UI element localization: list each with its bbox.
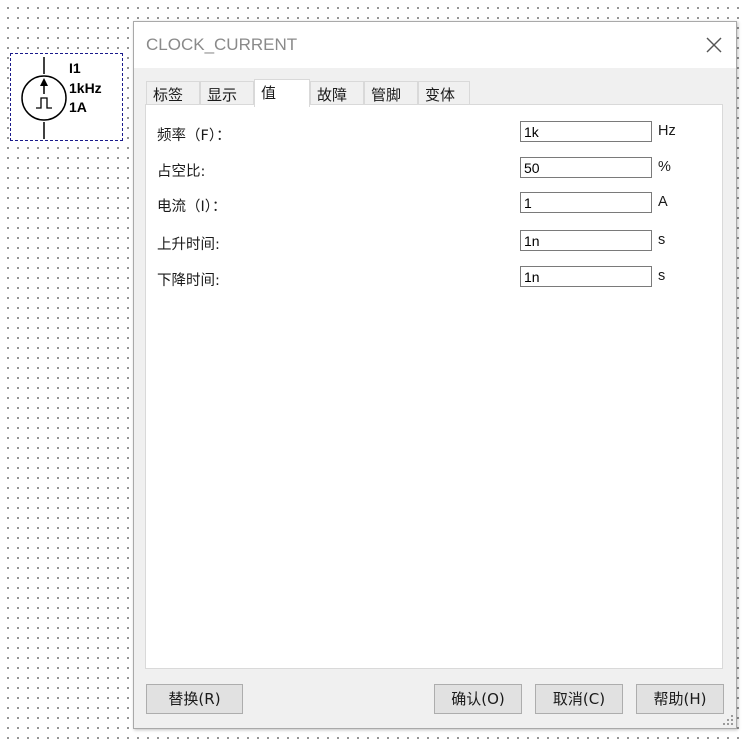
close-icon <box>706 37 722 53</box>
ok-button[interactable]: 确认(O) <box>434 684 522 714</box>
tab-variant[interactable]: 变体 <box>418 81 470 105</box>
clock-current-component[interactable]: I1 1kHz 1A <box>10 53 123 141</box>
clock-current-source-icon <box>21 57 67 139</box>
rise-time-unit: s <box>658 232 666 248</box>
tab-pins[interactable]: 管脚 <box>364 81 418 105</box>
tab-display[interactable]: 显示 <box>200 81 254 105</box>
fall-time-label: 下降时间: <box>157 273 220 289</box>
duty-cycle-input[interactable]: 50 <box>520 157 652 178</box>
tab-fault[interactable]: 故障 <box>310 81 364 105</box>
component-current-label: 1A <box>69 99 87 115</box>
current-unit: A <box>658 194 668 210</box>
resize-grip-icon[interactable] <box>722 714 734 726</box>
frequency-input[interactable]: 1k <box>520 121 652 142</box>
dialog-titlebar[interactable]: CLOCK_CURRENT <box>134 22 736 68</box>
component-frequency-label: 1kHz <box>69 80 102 96</box>
tab-value[interactable]: 值 <box>254 79 310 107</box>
close-button[interactable] <box>698 30 730 60</box>
duty-cycle-unit: % <box>658 159 671 175</box>
component-ref-label: I1 <box>69 60 81 76</box>
current-input[interactable]: 1 <box>520 192 652 213</box>
help-button[interactable]: 帮助(H) <box>636 684 724 714</box>
frequency-unit: Hz <box>658 123 676 139</box>
fall-time-input[interactable]: 1n <box>520 266 652 287</box>
cancel-button[interactable]: 取消(C) <box>535 684 623 714</box>
value-tab-panel: 频率（F）： 1k Hz 占空比: 50 % 电流（I）： 1 A 上升时间: … <box>145 104 723 669</box>
rise-time-label: 上升时间: <box>157 237 220 253</box>
properties-dialog: CLOCK_CURRENT 标签 显示 值 故障 管脚 变体 频率（F）： 1k… <box>133 21 737 729</box>
current-label: 电流（I）： <box>157 199 227 215</box>
fall-time-unit: s <box>658 268 666 284</box>
dialog-title: CLOCK_CURRENT <box>146 35 298 54</box>
rise-time-input[interactable]: 1n <box>520 230 652 251</box>
frequency-label: 频率（F）： <box>157 128 231 144</box>
replace-button[interactable]: 替换(R) <box>146 684 243 714</box>
tab-label[interactable]: 标签 <box>146 81 200 105</box>
duty-cycle-label: 占空比: <box>157 164 206 180</box>
